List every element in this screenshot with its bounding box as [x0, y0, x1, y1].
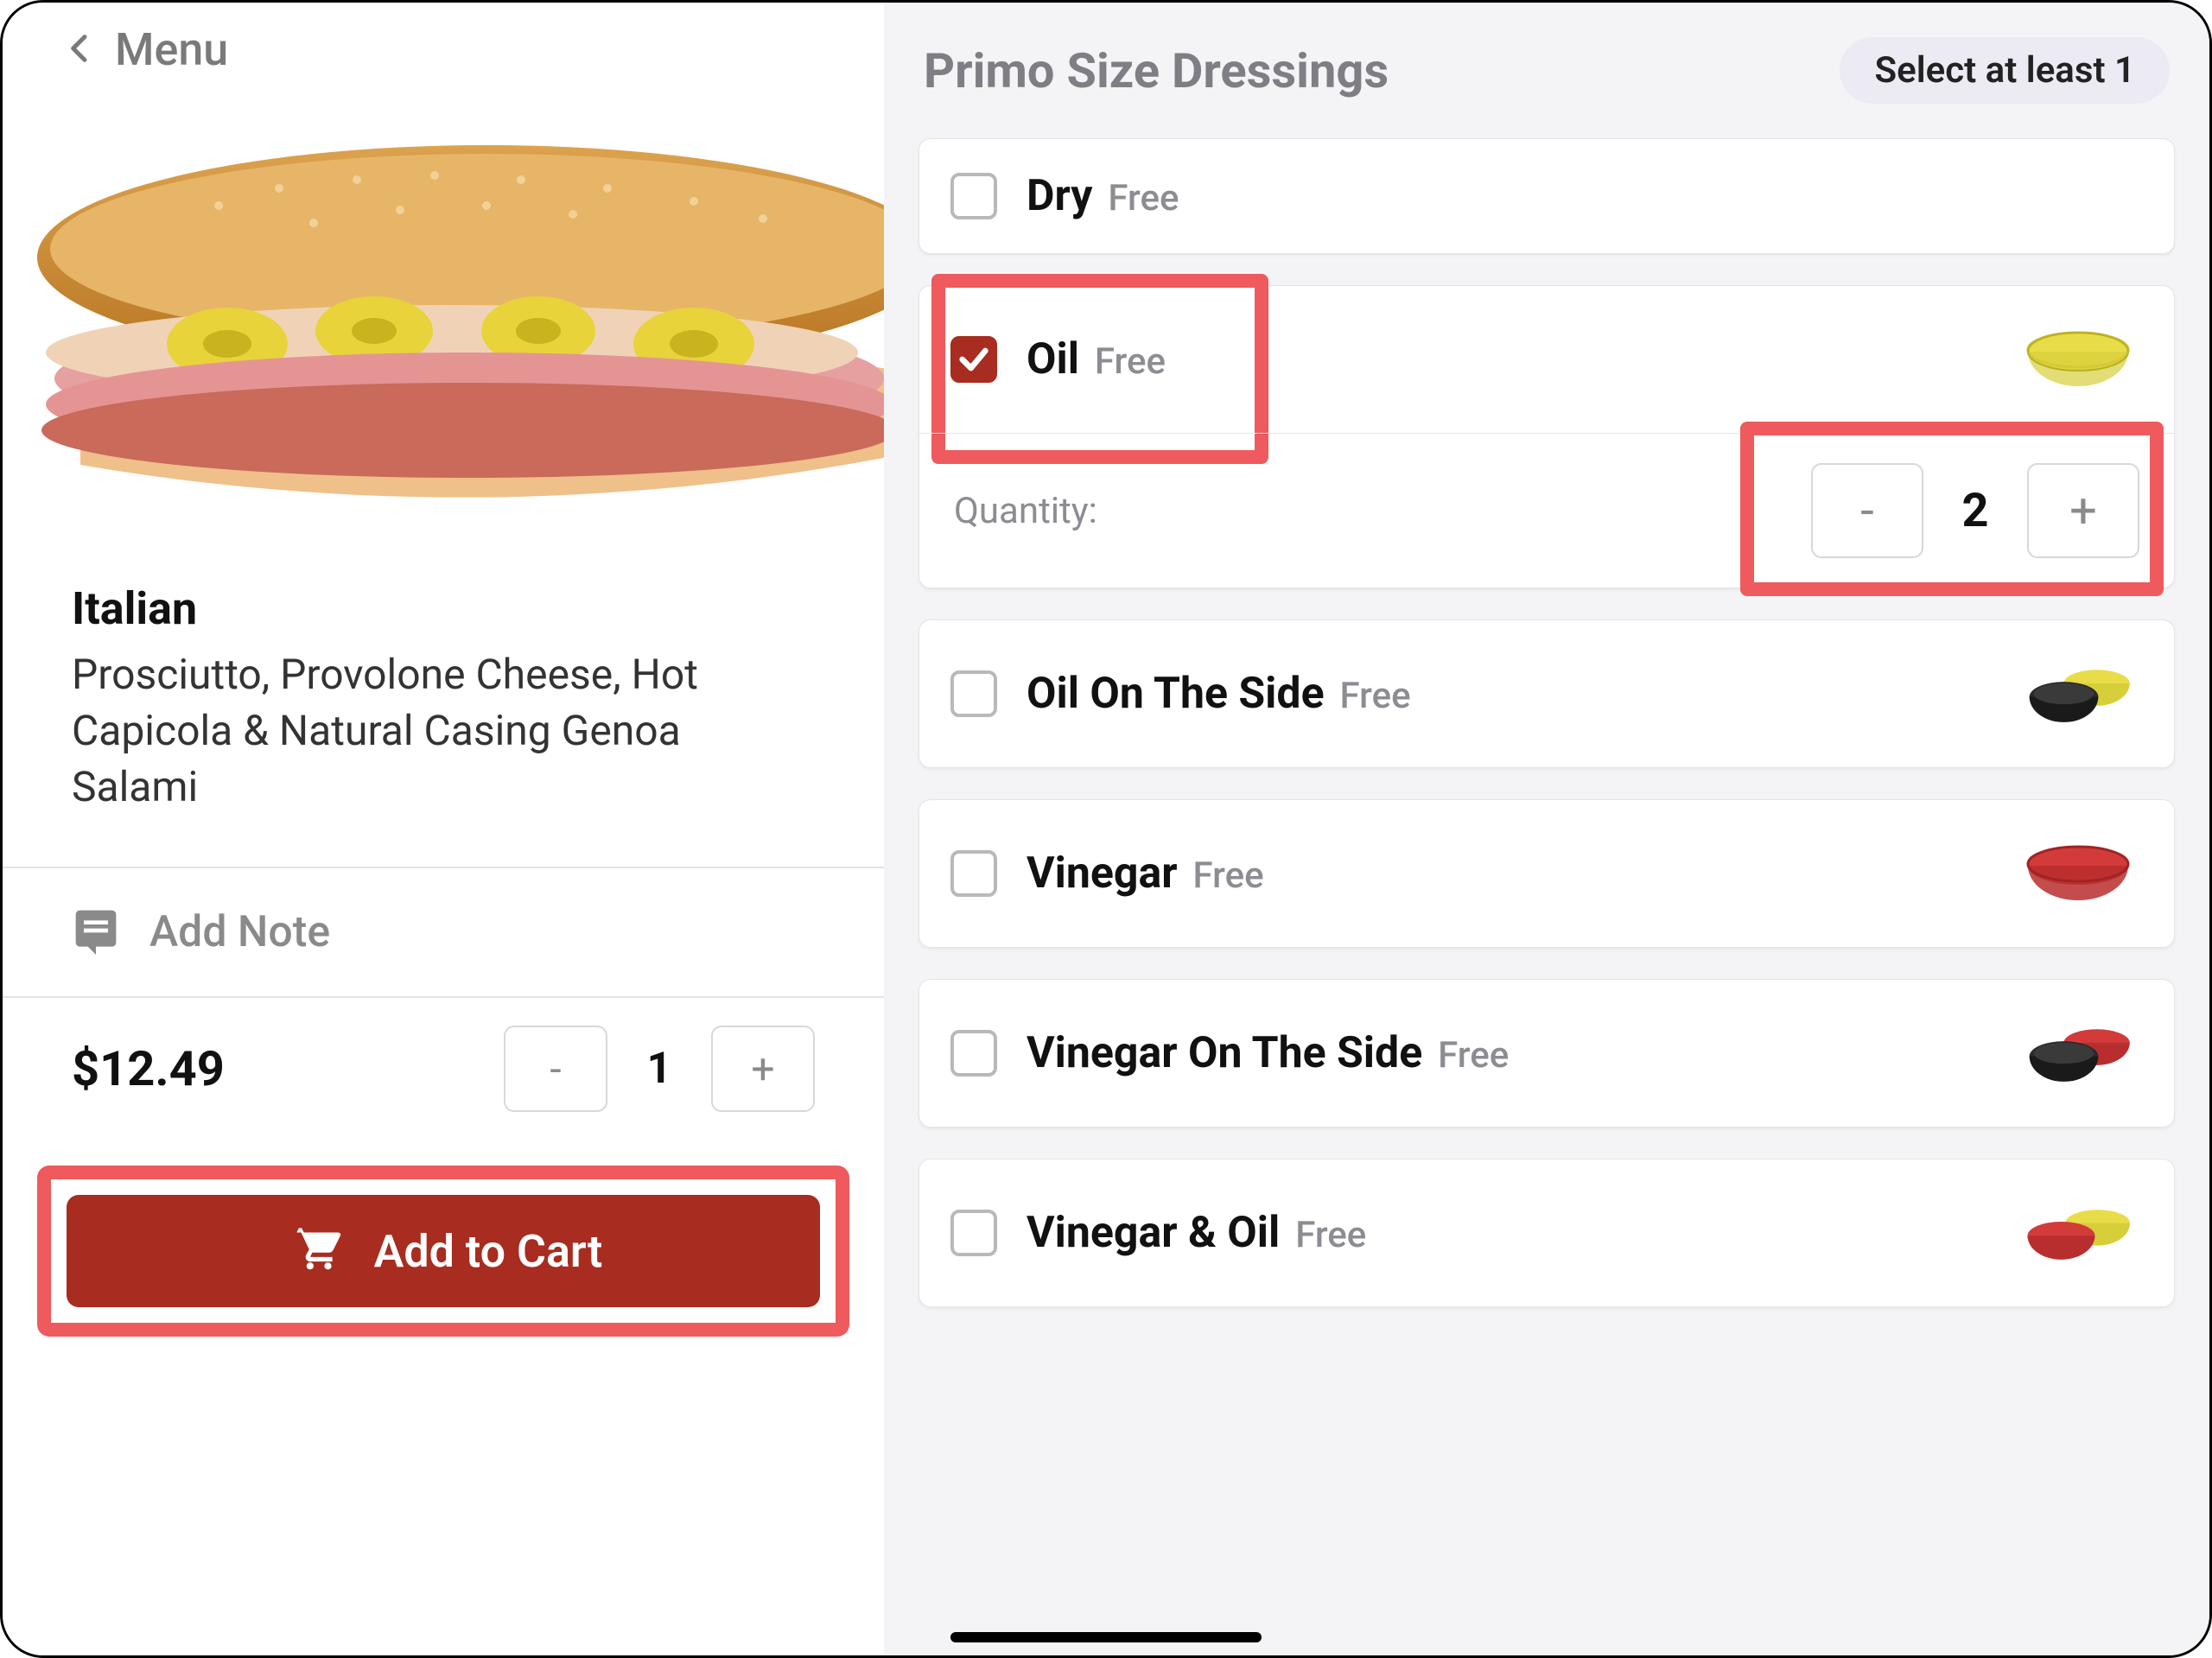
cart-icon	[284, 1219, 345, 1284]
option-vinegar[interactable]: Vinegar Free	[918, 799, 2175, 948]
left-panel: Menu	[3, 3, 884, 1655]
checkbox-unchecked-icon[interactable]	[950, 670, 997, 717]
add-to-cart-button[interactable]: Add to Cart	[67, 1195, 820, 1307]
option-quantity-value: 2	[1923, 484, 2027, 538]
back-label: Menu	[115, 23, 228, 76]
option-quantity-stepper: - 2 +	[1811, 463, 2139, 558]
option-quantity-increase-button[interactable]: +	[2027, 463, 2139, 558]
section-header: Primo Size Dressings Select at least 1	[884, 3, 2209, 138]
vinegar-bowl-icon	[2013, 826, 2143, 921]
option-vinegar-on-the-side[interactable]: Vinegar On The Side Free	[918, 979, 2175, 1128]
vinegar-and-oil-bowls-icon	[2013, 1185, 2143, 1280]
option-price: Free	[1295, 1214, 1366, 1256]
option-price: Free	[1108, 177, 1179, 219]
requirement-pill: Select at least 1	[1840, 37, 2170, 104]
right-panel: Primo Size Dressings Select at least 1 D…	[884, 3, 2209, 1655]
option-label: Oil	[1027, 334, 1079, 384]
option-oil[interactable]: Oil Free Quantity: - 2 +	[918, 285, 2175, 588]
option-quantity-label: Quantity:	[954, 490, 1097, 532]
option-label: Oil On The Side	[1027, 669, 1325, 719]
home-indicator	[950, 1632, 1262, 1642]
product-description: Prosciutto, Provolone Cheese, Hot Capico…	[3, 647, 884, 867]
price: $12.49	[72, 1040, 225, 1097]
vinegar-cup-icon	[2013, 1006, 2143, 1101]
oil-cup-icon	[2013, 646, 2143, 741]
option-price: Free	[1438, 1034, 1509, 1077]
oil-bowl-icon	[2013, 312, 2143, 407]
option-label: Vinegar & Oil	[1027, 1208, 1280, 1258]
section-title: Primo Size Dressings	[924, 42, 1389, 99]
product-title: Italian	[3, 551, 884, 647]
checkbox-unchecked-icon[interactable]	[950, 173, 997, 219]
options-list: Dry Free Oil Free	[884, 138, 2209, 1342]
chevron-left-icon	[63, 26, 98, 74]
option-vinegar-and-oil[interactable]: Vinegar & Oil Free	[918, 1159, 2175, 1307]
checkbox-unchecked-icon[interactable]	[950, 1030, 997, 1077]
quantity-value: 1	[607, 1044, 711, 1094]
back-button[interactable]: Menu	[3, 3, 884, 85]
option-oil-on-the-side[interactable]: Oil On The Side Free	[918, 619, 2175, 768]
checkbox-unchecked-icon[interactable]	[950, 1210, 997, 1256]
add-to-cart-label: Add to Cart	[374, 1225, 603, 1278]
app-frame: Menu	[0, 0, 2212, 1658]
option-dry[interactable]: Dry Free	[918, 138, 2175, 254]
note-icon	[72, 906, 120, 958]
quantity-stepper: - 1 +	[504, 1026, 815, 1112]
option-quantity-decrease-button[interactable]: -	[1811, 463, 1923, 558]
quantity-decrease-button[interactable]: -	[504, 1026, 607, 1112]
option-price: Free	[1193, 854, 1264, 897]
option-label: Vinegar On The Side	[1027, 1028, 1422, 1078]
add-note-button[interactable]: Add Note	[3, 868, 884, 996]
add-to-cart-highlight: Add to Cart	[37, 1166, 849, 1337]
checkbox-checked-icon[interactable]	[950, 336, 997, 383]
price-row: $12.49 - 1 +	[3, 998, 884, 1140]
checkbox-unchecked-icon[interactable]	[950, 850, 997, 897]
option-quantity-row: Quantity: - 2 +	[919, 433, 2174, 588]
option-price: Free	[1095, 340, 1166, 383]
option-label: Vinegar	[1027, 848, 1178, 899]
option-label: Dry	[1027, 171, 1092, 221]
quantity-increase-button[interactable]: +	[711, 1026, 815, 1112]
add-note-label: Add Note	[149, 907, 330, 957]
option-price: Free	[1340, 675, 1411, 717]
product-image	[3, 85, 884, 551]
